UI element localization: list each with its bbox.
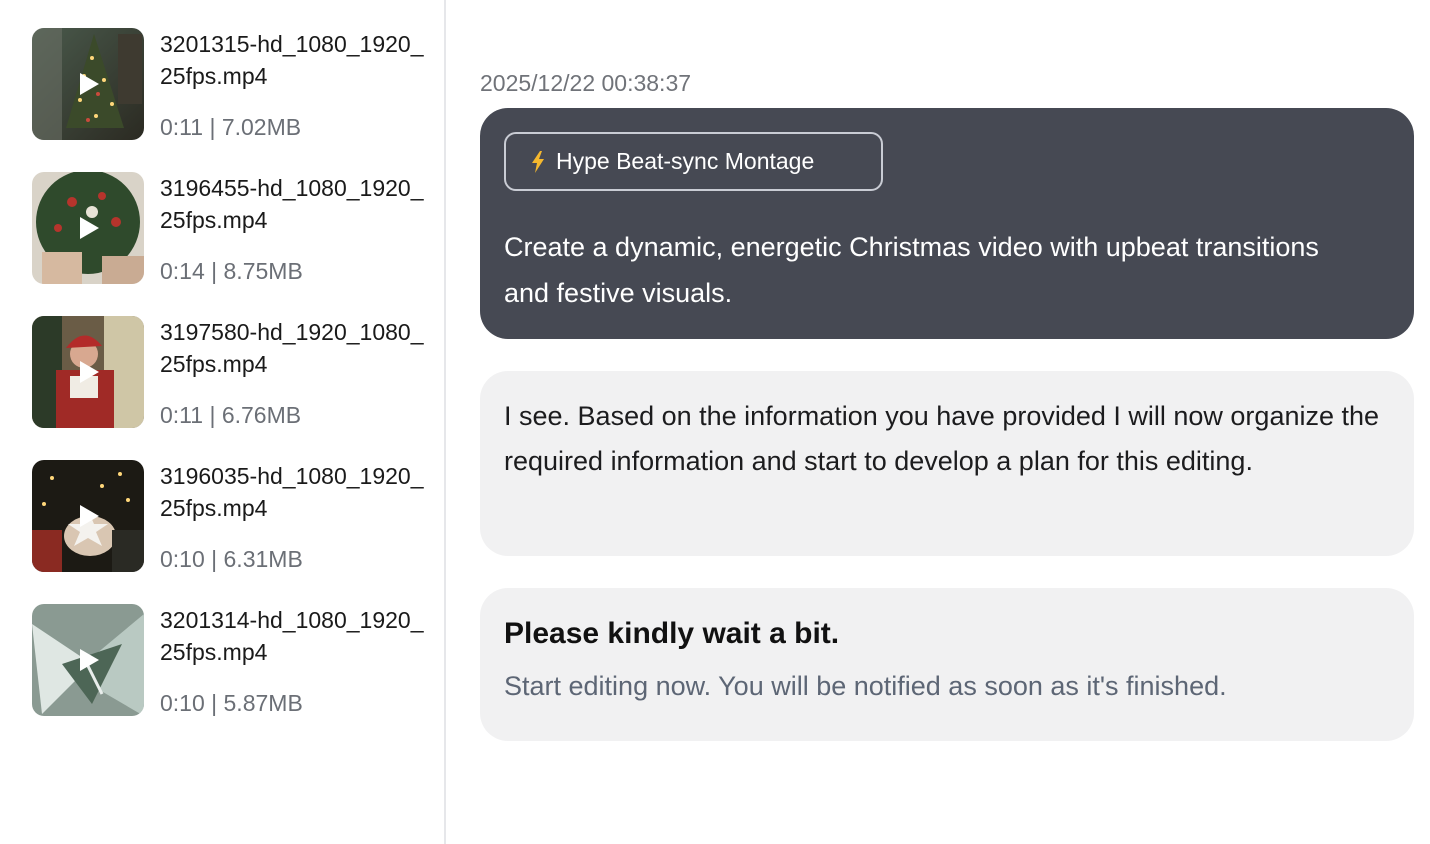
file-duration-size: 0:10 | 5.87MB xyxy=(160,690,303,716)
file-name: 3201315-hd_1080_1920_25fps.mp4 xyxy=(160,31,424,89)
assistant-status-bubble: Please kindly wait a bit. Start editing … xyxy=(480,588,1414,741)
template-tag-label: Hype Beat-sync Montage xyxy=(556,148,815,174)
file-duration-size: 0:10 | 6.31MB xyxy=(160,546,303,572)
file-item[interactable]: 3201314-hd_1080_1920_25fps.mp4 0:10 | 5.… xyxy=(32,604,432,716)
file-duration-size: 0:11 | 7.02MB xyxy=(160,114,302,140)
status-title: Please kindly wait a bit. xyxy=(504,617,840,650)
user-message-bubble: Hype Beat-sync Montage Create a dynamic,… xyxy=(480,108,1414,339)
file-list-sidebar: 3201315-hd_1080_1920_25fps.mp4 0:11 | 7.… xyxy=(0,0,446,844)
play-icon[interactable] xyxy=(78,648,100,672)
video-thumbnail[interactable] xyxy=(32,460,144,572)
user-message-text: Create a dynamic, energetic Christmas vi… xyxy=(504,232,1319,308)
file-name: 3196035-hd_1080_1920_25fps.mp4 xyxy=(160,463,424,521)
play-icon[interactable] xyxy=(78,360,100,384)
file-duration-size: 0:11 | 6.76MB xyxy=(160,402,302,428)
file-item[interactable]: 3196455-hd_1080_1920_25fps.mp4 0:14 | 8.… xyxy=(32,172,432,284)
play-icon[interactable] xyxy=(78,504,100,528)
file-name: 3201314-hd_1080_1920_25fps.mp4 xyxy=(160,607,424,665)
file-name: 3197580-hd_1920_1080_25fps.mp4 xyxy=(160,319,424,377)
template-tag-button[interactable]: Hype Beat-sync Montage xyxy=(504,132,883,191)
assistant-message-bubble: I see. Based on the information you have… xyxy=(480,371,1414,556)
file-item[interactable]: 3201315-hd_1080_1920_25fps.mp4 0:11 | 7.… xyxy=(32,28,432,140)
play-icon[interactable] xyxy=(78,72,100,96)
file-duration-size: 0:14 | 8.75MB xyxy=(160,258,303,284)
file-item[interactable]: 3197580-hd_1920_1080_25fps.mp4 0:11 | 6.… xyxy=(32,316,432,428)
app-window: 3201315-hd_1080_1920_25fps.mp4 0:11 | 7.… xyxy=(0,0,1430,844)
message-timestamp: 2025/12/22 00:38:37 xyxy=(480,70,692,96)
video-thumbnail[interactable] xyxy=(32,604,144,716)
file-name: 3196455-hd_1080_1920_25fps.mp4 xyxy=(160,175,424,233)
video-thumbnail[interactable] xyxy=(32,28,144,140)
status-subtitle: Start editing now. You will be notified … xyxy=(504,671,1227,701)
play-icon[interactable] xyxy=(78,216,100,240)
lightning-icon xyxy=(532,150,544,173)
file-item[interactable]: 3196035-hd_1080_1920_25fps.mp4 0:10 | 6.… xyxy=(32,460,432,572)
assistant-message-text: I see. Based on the information you have… xyxy=(504,401,1380,476)
video-thumbnail[interactable] xyxy=(32,316,144,428)
video-thumbnail[interactable] xyxy=(32,172,144,284)
